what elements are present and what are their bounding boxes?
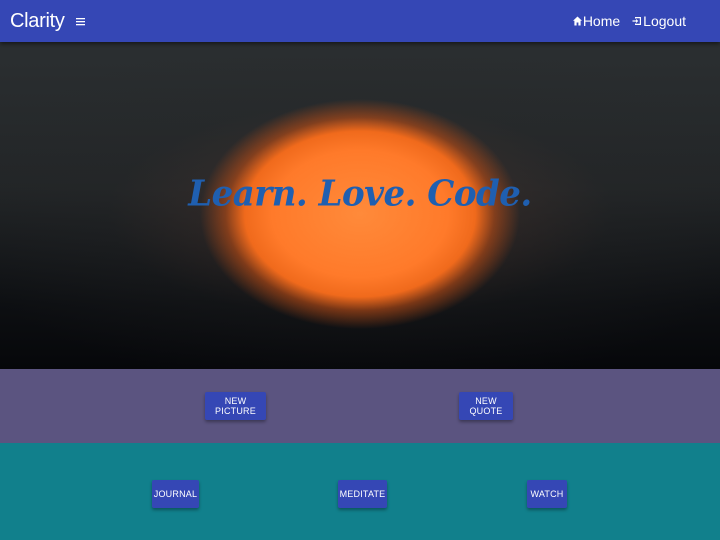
- new-picture-button[interactable]: NEW PICTURE: [205, 392, 266, 420]
- nav-logout-label: Logout: [643, 13, 686, 29]
- app-brand[interactable]: Clarity: [10, 10, 65, 33]
- home-icon: [572, 13, 583, 29]
- logout-icon: [632, 13, 643, 29]
- nav-home-label: Home: [582, 13, 621, 29]
- meditate-button[interactable]: MEDITATE: [338, 480, 387, 508]
- new-quote-button[interactable]: NEW QUOTE: [459, 392, 513, 420]
- nav-links: Home Logout: [561, 13, 686, 29]
- nav-logout-link[interactable]: Logout: [632, 13, 686, 29]
- journal-button[interactable]: JOURNAL: [152, 480, 199, 508]
- watch-button[interactable]: WATCH: [527, 480, 567, 508]
- activity-actions: JOURNAL MEDITATE WATCH: [0, 443, 720, 540]
- hero-tagline: Learn. Love. Code.: [188, 173, 532, 215]
- hamburger-icon[interactable]: [73, 13, 89, 29]
- top-navbar: Clarity Home Logout: [0, 0, 720, 42]
- brand-group: Clarity: [10, 10, 89, 33]
- nav-home-link[interactable]: Home: [572, 13, 621, 29]
- hero-sunset-image: Learn. Love. Code.: [0, 42, 720, 369]
- picture-quote-actions: NEW PICTURE NEW QUOTE: [0, 369, 720, 443]
